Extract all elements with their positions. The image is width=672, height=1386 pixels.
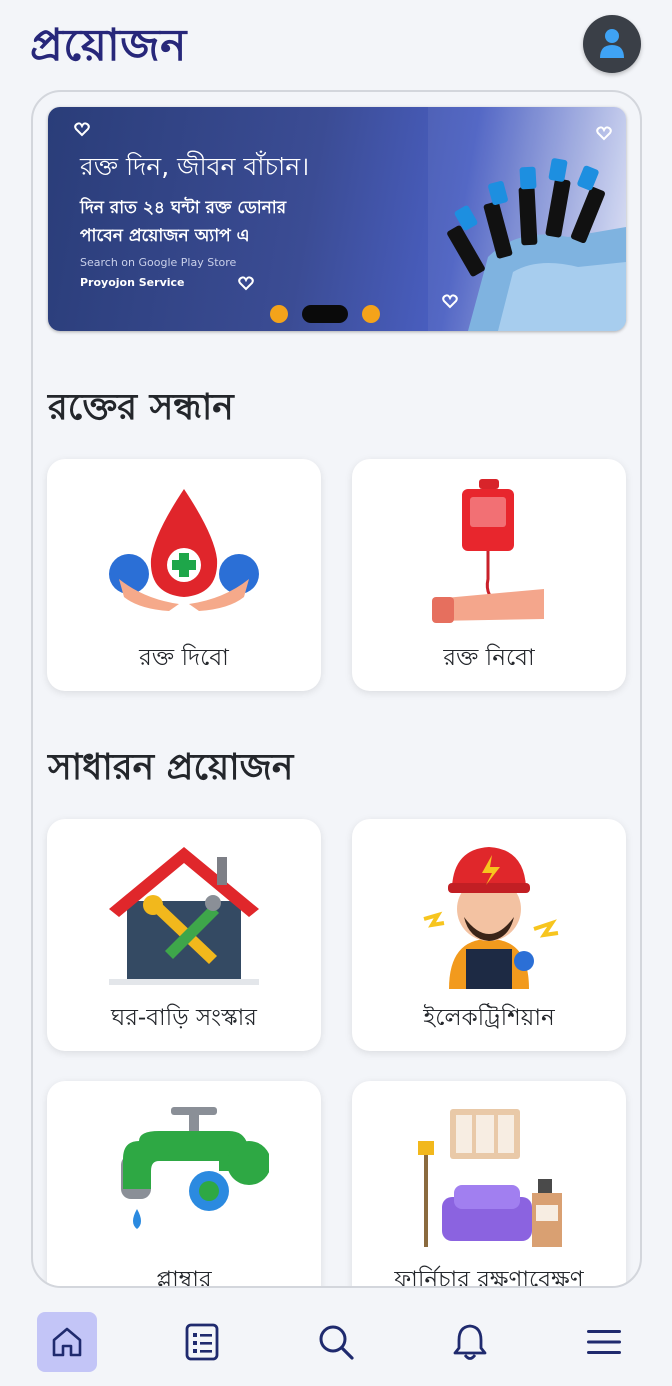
- banner-line-2: পাবেন প্রয়োজন অ্যাপ এ: [80, 226, 250, 246]
- card-electrician[interactable]: ইলেকট্রিশিয়ান: [352, 819, 626, 1051]
- carousel-dot-active[interactable]: [302, 305, 348, 323]
- card-furniture[interactable]: ফার্নিচার রক্ষণাবেক্ষণ: [352, 1081, 626, 1288]
- card-label: ফার্নিচার রক্ষণাবেক্ষণ: [394, 1267, 584, 1288]
- card-receive-blood[interactable]: রক্ত নিবো: [352, 459, 626, 691]
- water-tap-icon: [121, 1107, 269, 1229]
- user-icon: [600, 29, 624, 58]
- menu-icon: [587, 1330, 621, 1354]
- card-house-repair[interactable]: ঘর-বাড়ি সংস্কার: [47, 819, 321, 1051]
- heart-icon: [74, 122, 90, 137]
- card-donate-blood[interactable]: রক্ত দিবো: [47, 459, 321, 691]
- banner-line-1: দিন রাত ২৪ ঘন্টা রক্ত ডোনার: [80, 198, 287, 218]
- card-label: রক্ত নিবো: [443, 645, 535, 671]
- list-icon: [185, 1323, 219, 1361]
- carousel-dot[interactable]: [362, 305, 380, 323]
- card-label: ইলেকট্রিশিয়ান: [423, 1005, 555, 1031]
- heart-icon: [442, 294, 458, 309]
- nav-search[interactable]: [306, 1312, 366, 1372]
- bell-icon: [453, 1324, 487, 1360]
- avatar[interactable]: [583, 15, 641, 73]
- card-label: ঘর-বাড়ি সংস্কার: [111, 1005, 257, 1031]
- card-label: প্লাম্বার: [156, 1267, 212, 1288]
- header: প্রয়োজন: [0, 0, 672, 90]
- app-title: প্রয়োজন: [30, 20, 187, 71]
- content-frame: রক্ত দিন, জীবন বাঁচান। দিন রাত ২৪ ঘন্টা …: [31, 90, 642, 1288]
- heart-icon: [238, 276, 254, 291]
- blood-drop-hands-icon: [109, 489, 259, 611]
- nav-menu[interactable]: [574, 1312, 634, 1372]
- banner-store-text: Search on Google Play Store: [80, 256, 237, 269]
- electrician-icon: [423, 847, 559, 989]
- home-icon: [52, 1327, 82, 1357]
- house-repair-icon: [109, 847, 259, 985]
- banner-headline: রক্ত দিন, জীবন বাঁচান।: [80, 152, 310, 181]
- card-label: রক্ত দিবো: [139, 645, 229, 671]
- section-title-blood: রক্তের সন্ধান: [48, 387, 234, 428]
- section-title-general: সাধারন প্রয়োজন: [48, 747, 294, 788]
- nav-notifications[interactable]: [440, 1312, 500, 1372]
- carousel-dot[interactable]: [270, 305, 288, 323]
- furniture-icon: [418, 1109, 562, 1247]
- card-plumber[interactable]: প্লাম্বার: [47, 1081, 321, 1288]
- banner-brand-text: Proyojon Service: [80, 276, 185, 289]
- nav-list[interactable]: [172, 1312, 232, 1372]
- bottom-nav: [0, 1296, 672, 1386]
- blood-bag-arm-icon: [432, 479, 544, 623]
- nav-home[interactable]: [37, 1312, 97, 1372]
- promo-banner[interactable]: রক্ত দিন, জীবন বাঁচান। দিন রাত ২৪ ঘন্টা …: [48, 107, 626, 331]
- search-icon: [319, 1325, 354, 1360]
- heart-icon: [596, 126, 612, 141]
